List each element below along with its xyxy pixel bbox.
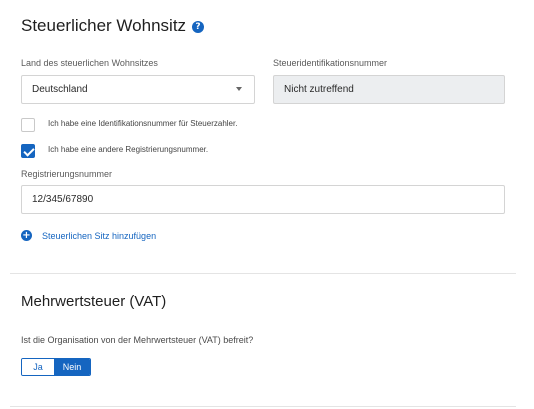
country-select[interactable]: Deutschland xyxy=(21,75,255,104)
tin-field: Nicht zutreffend xyxy=(273,75,505,104)
country-value: Deutschland xyxy=(32,84,88,95)
tin-value: Nicht zutreffend xyxy=(284,84,354,95)
vat-option-ja[interactable]: Ja xyxy=(22,359,54,375)
registration-number-value: 12/345/67890 xyxy=(32,194,94,205)
section-divider xyxy=(10,273,516,274)
tax-residence-heading: Steuerlicher Wohnsitz? xyxy=(21,16,205,36)
vat-question: Ist die Organisation von der Mehrwertste… xyxy=(21,335,254,345)
tin-checkbox[interactable] xyxy=(21,118,35,132)
add-tax-residence-link[interactable]: + Steuerlichen Sitz hinzufügen xyxy=(21,230,156,241)
country-label: Land des steuerlichen Wohnsitzes xyxy=(21,58,158,68)
tax-residence-title: Steuerlicher Wohnsitz xyxy=(21,16,187,35)
vat-exempt-toggle[interactable]: Ja Nein xyxy=(21,358,91,376)
bottom-divider xyxy=(10,406,516,407)
chevron-down-icon xyxy=(236,87,242,91)
other-registration-checkbox[interactable] xyxy=(21,144,35,158)
registration-number-label: Registrierungsnummer xyxy=(21,169,113,179)
add-circle-icon: + xyxy=(21,230,32,241)
tin-checkbox-label: Ich habe eine Identifikationsnummer für … xyxy=(48,119,238,128)
help-icon[interactable]: ? xyxy=(192,21,205,33)
vat-option-nein[interactable]: Nein xyxy=(54,359,90,375)
tin-label: Steueridentifikationsnummer xyxy=(273,58,388,68)
add-tax-residence-label: Steuerlichen Sitz hinzufügen xyxy=(42,230,157,241)
other-registration-checkbox-label: Ich habe eine andere Registrierungsnumme… xyxy=(48,145,209,154)
vat-title: Mehrwertsteuer (VAT) xyxy=(21,293,167,310)
registration-number-input[interactable]: 12/345/67890 xyxy=(21,185,505,214)
